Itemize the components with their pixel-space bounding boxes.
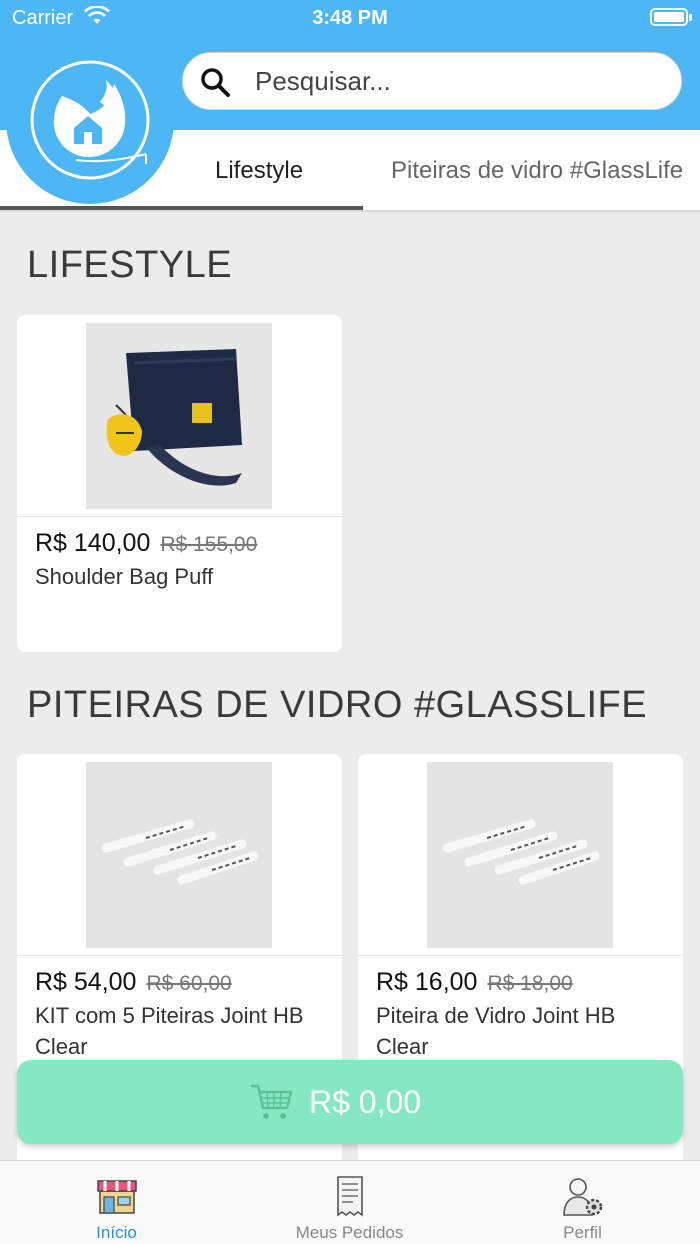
shoulder-bag-photo — [86, 323, 272, 509]
clock: 3:48 PM — [312, 7, 388, 29]
nav-label: Início — [96, 1223, 137, 1242]
section-title-lifestyle: LIFESTYLE — [27, 244, 233, 286]
product-old-price: R$ 60,00 — [146, 972, 232, 995]
search-input[interactable] — [255, 53, 665, 109]
product-old-price: R$ 155,00 — [160, 533, 258, 556]
product-image — [17, 315, 342, 517]
battery-icon — [650, 8, 692, 26]
tab-piteiras-de-vidro[interactable]: Piteiras de vidro #GlassLife — [391, 130, 683, 210]
search-icon — [201, 68, 230, 97]
nav-item-meus-pedidos[interactable]: Meus Pedidos — [233, 1161, 466, 1244]
nav-label: Perfil — [563, 1223, 602, 1242]
user-settings-icon — [563, 1178, 603, 1216]
product-old-price: R$ 18,00 — [487, 972, 573, 995]
receipt-icon — [337, 1176, 363, 1217]
product-name: Piteira de Vidro Joint HB Clear — [376, 1003, 616, 1059]
product-name: Shoulder Bag Puff — [35, 564, 214, 589]
section-title-piteiras: PITEIRAS DE VIDRO #GLASSLIFE — [27, 684, 648, 726]
nav-label: Meus Pedidos — [295, 1223, 404, 1242]
tab-indicator — [0, 206, 363, 210]
cart-total: R$ 0,00 — [309, 1084, 422, 1120]
tab-lifestyle[interactable]: Lifestyle — [215, 130, 303, 210]
storefront-icon — [97, 1180, 137, 1214]
cart-button[interactable]: R$ 0,00 — [17, 1060, 683, 1144]
product-card[interactable]: R$ 140,00 R$ 155,00 Shoulder Bag Puff — [17, 315, 342, 652]
product-image — [17, 754, 342, 956]
nav-item-perfil[interactable]: Perfil — [466, 1161, 699, 1244]
nav-item-inicio[interactable]: Início — [0, 1161, 233, 1244]
leaf-house-logo-icon — [30, 60, 150, 180]
product-price: R$ 54,00 — [35, 968, 137, 996]
bottom-nav: Início Meus Pedidos Perfil — [0, 1160, 700, 1244]
product-name: KIT com 5 Piteiras Joint HB Clear — [35, 1003, 304, 1059]
glass-tips-photo — [86, 762, 272, 948]
product-price: R$ 16,00 — [376, 968, 478, 996]
status-bar: Carrier 3:48 PM — [0, 0, 700, 36]
search-bar[interactable] — [182, 52, 682, 110]
brand-logo — [6, 36, 174, 204]
product-price: R$ 140,00 — [35, 529, 151, 557]
product-image — [358, 754, 683, 956]
glass-tips-photo — [427, 762, 613, 948]
shopping-cart-icon — [251, 1084, 293, 1119]
